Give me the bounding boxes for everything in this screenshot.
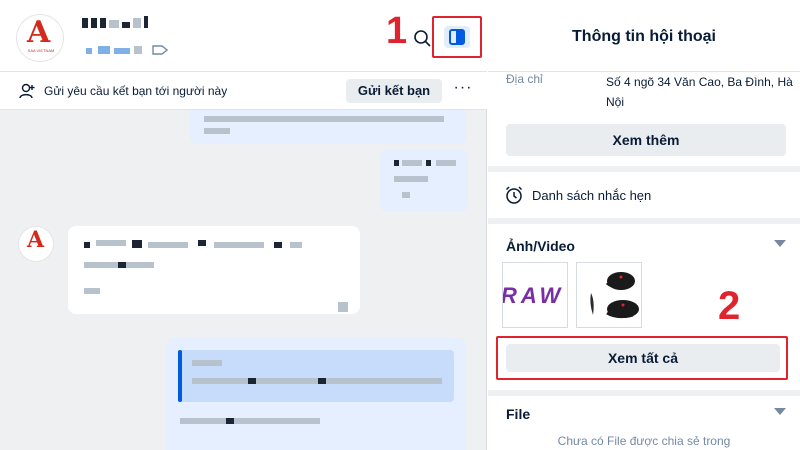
step-marker-2: 2 — [718, 284, 741, 328]
info-panel-header: Thông tin hội thoại — [488, 0, 800, 72]
conversation-info-panel: Thông tin hội thoại Địa chỉ Số 4 ngõ 34 … — [488, 0, 800, 450]
toggle-info-panel-button[interactable] — [432, 16, 482, 58]
contact-avatar[interactable]: A SAA VIETNAM — [16, 14, 64, 62]
cap-image-icon — [590, 272, 639, 319]
collapse-caret-icon[interactable] — [774, 240, 786, 247]
tag-icon[interactable] — [152, 44, 168, 56]
file-section-title: File — [506, 406, 531, 422]
message-bubble-outgoing[interactable] — [380, 150, 468, 212]
sidebar-panel-icon — [449, 29, 465, 45]
avatar-logo-letter: A — [27, 15, 51, 50]
more-options-button[interactable]: ··· — [452, 78, 474, 100]
address-label: Địa chỉ — [506, 72, 543, 86]
friend-request-text: Gửi yêu cầu kết bạn tới người này — [44, 84, 228, 98]
reminder-list-label: Danh sách nhắc hẹn — [532, 188, 652, 203]
alarm-clock-icon — [505, 186, 523, 204]
address-section: Địa chỉ Số 4 ngõ 34 Văn Cao, Ba Đình, Hà… — [488, 72, 800, 166]
message-bubble-outgoing[interactable] — [190, 110, 466, 144]
file-section: File Chưa có File được chia sẻ trong — [488, 396, 800, 450]
avatar-logo-text: SAA VIETNAM — [27, 48, 55, 53]
see-all-highlight[interactable]: Xem tất cả — [496, 336, 788, 380]
media-section-title: Ảnh/Video — [506, 238, 575, 254]
sender-avatar[interactable]: A — [18, 226, 54, 262]
see-all-button[interactable]: Xem tất cả — [506, 344, 780, 372]
address-value: Số 4 ngõ 34 Văn Cao, Ba Đình, Hà Nội — [606, 75, 793, 109]
step-marker-1: 1 — [386, 10, 408, 52]
quoted-message[interactable] — [178, 350, 454, 402]
contact-name-blurred[interactable] — [82, 16, 154, 30]
file-empty-text: Chưa có File được chia sẻ trong — [557, 434, 731, 448]
friend-request-bar: Gửi yêu cầu kết bạn tới người này Gửi kế… — [0, 72, 487, 110]
media-thumbnail[interactable] — [576, 262, 642, 328]
send-friend-request-button[interactable]: Gửi kết bạn — [346, 79, 442, 103]
media-thumbnail[interactable]: RAW — [502, 262, 568, 328]
thumbnail-text: RAW — [502, 283, 565, 308]
message-bubble-incoming[interactable] — [68, 226, 360, 314]
reminder-list-item[interactable]: Danh sách nhắc hẹn — [488, 172, 800, 218]
chat-pane: A SAA VIETNAM 1 Gửi yêu cầu kết bạn tới … — [0, 0, 487, 450]
contact-status-blurred — [86, 46, 144, 56]
quote-bar — [178, 350, 182, 402]
chat-header: A SAA VIETNAM 1 — [0, 0, 487, 72]
search-icon[interactable] — [412, 28, 434, 50]
add-user-icon — [19, 83, 35, 99]
sender-avatar-logo: A — [27, 227, 45, 253]
message-bubble-outgoing[interactable] — [166, 338, 466, 450]
toggle-info-panel-bg[interactable] — [444, 26, 470, 48]
media-section: Ảnh/Video RAW 2 Xem tất cả — [488, 224, 800, 390]
info-panel-title: Thông tin hội thoại — [572, 28, 716, 45]
see-more-button[interactable]: Xem thêm — [506, 124, 786, 156]
collapse-caret-icon[interactable] — [774, 408, 786, 415]
